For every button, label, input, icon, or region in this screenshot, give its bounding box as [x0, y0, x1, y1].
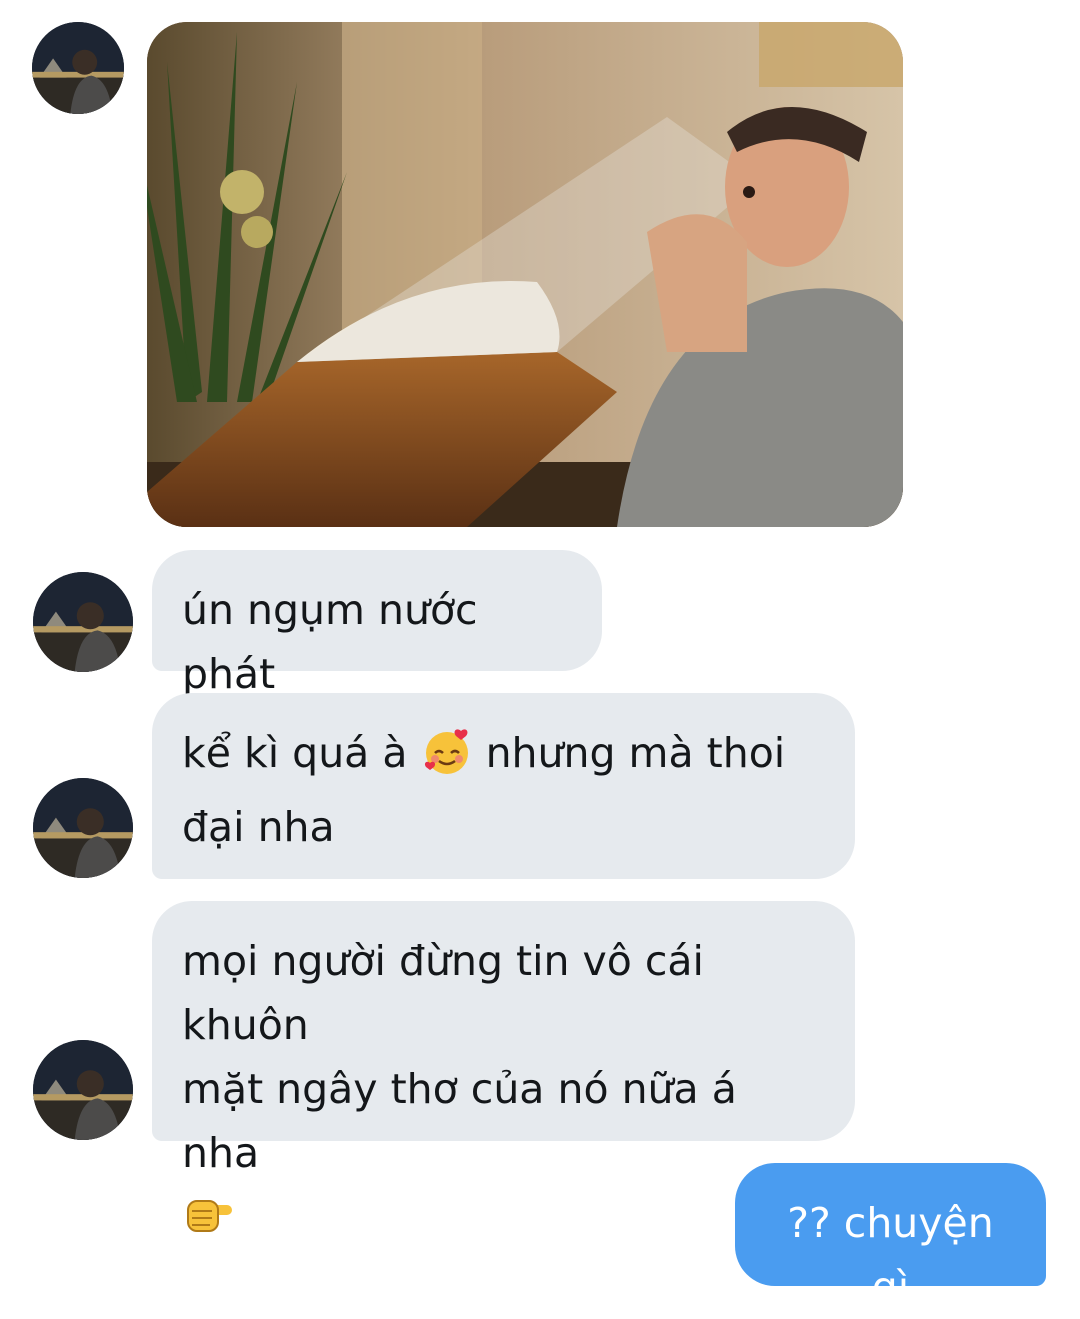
incoming-message-bubble[interactable]: kể kì quá à nhưng mà thoi đại nha: [152, 693, 855, 879]
avatar[interactable]: [32, 22, 124, 114]
message-text: mọi người đừng tin vô cái khuôn: [182, 937, 704, 1049]
avatar[interactable]: [33, 778, 133, 878]
message-text: nhưng mà thoi: [485, 729, 786, 777]
outgoing-message-bubble[interactable]: ?? chuyện gì: [735, 1163, 1046, 1311]
message-text: kể kì quá à: [182, 729, 408, 777]
incoming-message-bubble[interactable]: mọi người đừng tin vô cái khuôn mặt ngây…: [152, 901, 855, 1232]
backhand-index-pointing-right-emoji: [182, 1191, 236, 1255]
message-text: đại nha: [182, 803, 335, 851]
message-text: ?? chuyện gì: [787, 1199, 994, 1311]
smiling-face-with-hearts-emoji: [421, 725, 473, 795]
avatar[interactable]: [33, 572, 133, 672]
message-text: ún ngụm nước phát: [182, 586, 478, 698]
message-text: mặt ngây thơ của nó nữa á nha: [182, 1065, 737, 1177]
photo-message[interactable]: [147, 22, 903, 527]
avatar[interactable]: [33, 1040, 133, 1140]
incoming-message-bubble[interactable]: ún ngụm nước phát: [152, 550, 602, 698]
